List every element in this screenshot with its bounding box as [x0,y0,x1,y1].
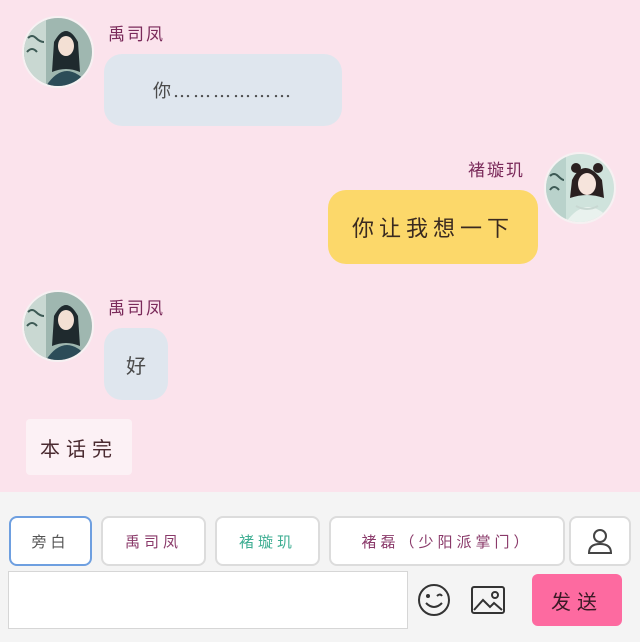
male-character-avatar[interactable] [22,290,94,362]
speaker-name: 禹司凤 [108,25,165,45]
male-character-avatar[interactable] [22,16,94,88]
message-input[interactable] [8,571,408,629]
compose-panel: 旁白 禹司凤 褚璇玑 褚磊（少阳派掌门） 发送 [0,492,640,642]
female-character-avatar[interactable] [544,152,616,224]
speaker-name: 禹司凤 [108,299,165,319]
role-button-chu-xuanji[interactable]: 褚璇玑 [215,516,320,566]
message-bubble: 好 [104,328,168,400]
chat-area: 禹司凤 你……………… 褚璇玑 你让我想一下 禹司凤 好 本话完 [0,0,640,492]
role-button-yu-sifeng[interactable]: 禹司凤 [101,516,206,566]
message-bubble: 你……………… [104,54,342,126]
message-bubble: 你让我想一下 [328,190,538,264]
user-icon[interactable] [569,516,631,566]
narration-end-label: 本话完 [26,419,132,475]
send-button[interactable]: 发送 [532,574,622,626]
role-button-chu-lei[interactable]: 褚磊（少阳派掌门） [329,516,565,566]
image-icon[interactable] [468,580,508,620]
speaker-name: 褚璇玑 [468,161,525,181]
role-button-narrator[interactable]: 旁白 [9,516,92,566]
smiley-icon[interactable] [414,580,454,620]
